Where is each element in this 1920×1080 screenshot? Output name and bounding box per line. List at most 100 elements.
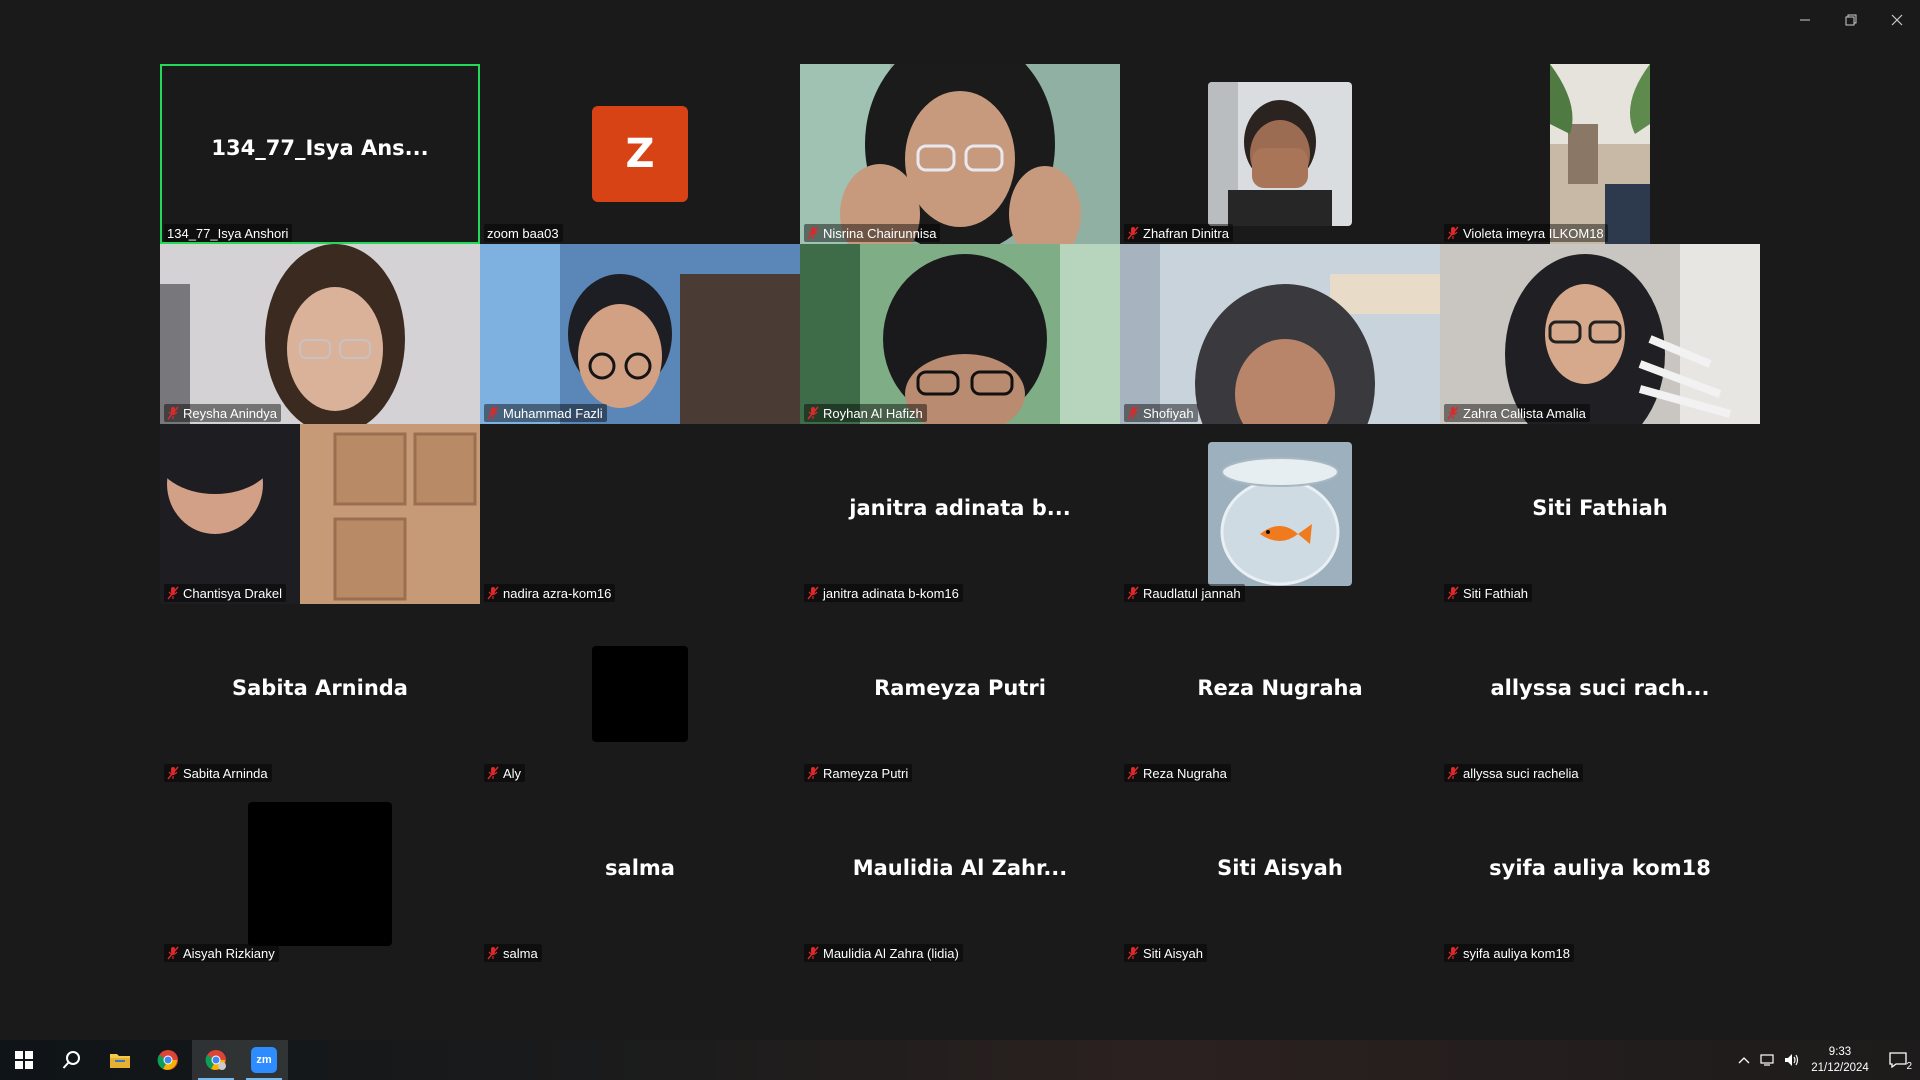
participant-tile[interactable]: Nisrina Chairunnisa bbox=[800, 64, 1120, 244]
participant-tile[interactable]: Z zoom baa03 bbox=[480, 64, 800, 244]
participant-label-text: zoom baa03 bbox=[487, 225, 559, 241]
participant-name-label: Violeta imeyra ILKOM18 bbox=[1444, 224, 1608, 242]
participant-tile[interactable]: Shofiyah bbox=[1120, 244, 1440, 424]
participant-name-label: salma bbox=[484, 944, 542, 962]
participant-label-text: Raudlatul jannah bbox=[1143, 585, 1241, 601]
participant-tile[interactable]: Aly bbox=[480, 604, 800, 784]
volume-button[interactable] bbox=[1780, 1040, 1804, 1080]
participant-display-name: Sabita Arninda bbox=[232, 676, 408, 700]
network-button[interactable] bbox=[1756, 1040, 1780, 1080]
participant-label-text: Nisrina Chairunnisa bbox=[823, 225, 937, 241]
participant-tile[interactable]: janitra adinata b... janitra adinata b-k… bbox=[800, 424, 1120, 604]
minimize-button[interactable] bbox=[1782, 0, 1828, 40]
muted-mic-icon bbox=[807, 406, 819, 420]
avatar-initial: Z bbox=[625, 131, 655, 177]
participant-profile-photo bbox=[1208, 82, 1352, 226]
participant-tile[interactable]: Maulidia Al Zahr... Maulidia Al Zahra (l… bbox=[800, 784, 1120, 964]
participant-tile[interactable]: Royhan Al Hafizh bbox=[800, 244, 1120, 424]
participant-label-text: janitra adinata b-kom16 bbox=[823, 585, 959, 601]
participant-tile[interactable]: Violeta imeyra ILKOM18 bbox=[1440, 64, 1760, 244]
file-explorer-button[interactable] bbox=[96, 1040, 144, 1080]
muted-mic-icon bbox=[807, 226, 819, 240]
participant-tile[interactable]: nadira azra-kom16 bbox=[480, 424, 800, 604]
participant-tile[interactable]: Rameyza Putri Rameyza Putri bbox=[800, 604, 1120, 784]
chrome-button[interactable] bbox=[144, 1040, 192, 1080]
participant-display-name: Siti Fathiah bbox=[1532, 496, 1668, 520]
participant-tile[interactable]: Siti Aisyah Siti Aisyah bbox=[1120, 784, 1440, 964]
muted-mic-icon bbox=[1127, 406, 1139, 420]
muted-mic-icon bbox=[1127, 586, 1139, 600]
zoom-button[interactable]: zm bbox=[240, 1040, 288, 1080]
participant-display-name: 134_77_Isya Ans... bbox=[211, 136, 429, 160]
participant-label-text: Zahra Callista Amalia bbox=[1463, 405, 1586, 421]
participant-video bbox=[480, 244, 800, 424]
participant-tile[interactable]: 134_77_Isya Ans... 134_77_Isya Anshori bbox=[160, 64, 480, 244]
participant-tile[interactable]: Raudlatul jannah bbox=[1120, 424, 1440, 604]
participant-display-name: Siti Aisyah bbox=[1217, 856, 1343, 880]
clock[interactable]: 9:33 21/12/2024 bbox=[1804, 1040, 1876, 1080]
participant-label-text: Royhan Al Hafizh bbox=[823, 405, 923, 421]
participant-tile[interactable]: Siti Fathiah Siti Fathiah bbox=[1440, 424, 1760, 604]
participant-display-name: salma bbox=[605, 856, 675, 880]
start-button[interactable] bbox=[0, 1040, 48, 1080]
participant-tile[interactable]: Sabita Arninda Sabita Arninda bbox=[160, 604, 480, 784]
participant-name-label: Shofiyah bbox=[1124, 404, 1198, 422]
participant-profile-photo bbox=[1208, 442, 1352, 586]
participant-tile[interactable]: Aisyah Rizkiany bbox=[160, 784, 480, 964]
participant-name-label: Reysha Anindya bbox=[164, 404, 281, 422]
participant-name-label: Muhammad Fazli bbox=[484, 404, 607, 422]
muted-mic-icon bbox=[807, 946, 819, 960]
participant-label-text: syifa auliya kom18 bbox=[1463, 945, 1570, 961]
participant-label-text: 134_77_Isya Anshori bbox=[167, 225, 289, 241]
file-explorer-icon bbox=[110, 1054, 130, 1068]
search-icon bbox=[62, 1051, 80, 1069]
participant-tile[interactable]: Muhammad Fazli bbox=[480, 244, 800, 424]
participant-name-label: Royhan Al Hafizh bbox=[804, 404, 927, 422]
participant-label-text: Chantisya Drakel bbox=[183, 585, 282, 601]
participant-video bbox=[160, 424, 480, 604]
zoom-icon-label: zm bbox=[256, 1054, 272, 1066]
taskbar: zm 9:33 21/12/2024 2 bbox=[0, 1040, 1920, 1080]
participant-label-text: Sabita Arninda bbox=[183, 765, 268, 781]
participant-label-text: Zhafran Dinitra bbox=[1143, 225, 1229, 241]
participant-label-text: Reza Nugraha bbox=[1143, 765, 1227, 781]
participant-tile[interactable]: Reysha Anindya bbox=[160, 244, 480, 424]
participant-name-label: Aisyah Rizkiany bbox=[164, 944, 279, 962]
muted-mic-icon bbox=[167, 406, 179, 420]
participant-tile[interactable]: Zhafran Dinitra bbox=[1120, 64, 1440, 244]
chrome-profile-button[interactable] bbox=[192, 1040, 240, 1080]
participant-name-label: Siti Fathiah bbox=[1444, 584, 1533, 602]
participant-tile[interactable]: allyssa suci rach... allyssa suci rachel… bbox=[1440, 604, 1760, 784]
restore-button[interactable] bbox=[1828, 0, 1874, 40]
participant-name-label: syifa auliya kom18 bbox=[1444, 944, 1574, 962]
participant-avatar: Z bbox=[592, 106, 688, 202]
participant-tile[interactable]: syifa auliya kom18 syifa auliya kom18 bbox=[1440, 784, 1760, 964]
participant-profile-photo bbox=[1550, 64, 1650, 244]
participant-video bbox=[800, 244, 1120, 424]
participant-label-text: Rameyza Putri bbox=[823, 765, 909, 781]
show-hidden-icons-button[interactable] bbox=[1732, 1040, 1756, 1080]
window-controls bbox=[1782, 0, 1920, 40]
participant-label-text: Siti Fathiah bbox=[1463, 585, 1529, 601]
participant-tile[interactable]: Zahra Callista Amalia bbox=[1440, 244, 1760, 424]
muted-mic-icon bbox=[1127, 946, 1139, 960]
participant-label-text: nadira azra-kom16 bbox=[503, 585, 612, 601]
clock-date: 21/12/2024 bbox=[1811, 1062, 1869, 1074]
action-center-button[interactable]: 2 bbox=[1876, 1040, 1920, 1080]
muted-mic-icon bbox=[1447, 946, 1459, 960]
gallery-view: 134_77_Isya Ans... 134_77_Isya Anshori Z… bbox=[160, 64, 1760, 964]
participant-tile[interactable]: salma salma bbox=[480, 784, 800, 964]
muted-mic-icon bbox=[1447, 226, 1459, 240]
close-button[interactable] bbox=[1874, 0, 1920, 40]
chrome-profile-icon bbox=[205, 1050, 226, 1070]
participant-label-text: Violeta imeyra ILKOM18 bbox=[1463, 225, 1604, 241]
participant-label-text: allyssa suci rachelia bbox=[1463, 765, 1579, 781]
search-button[interactable] bbox=[48, 1040, 96, 1080]
participant-profile-photo bbox=[248, 802, 392, 946]
participant-tile[interactable]: Chantisya Drakel bbox=[160, 424, 480, 604]
participant-label-text: Aisyah Rizkiany bbox=[183, 945, 275, 961]
participant-label-text: Reysha Anindya bbox=[183, 405, 277, 421]
participant-tile[interactable]: Reza Nugraha Reza Nugraha bbox=[1120, 604, 1440, 784]
participant-video bbox=[1440, 244, 1760, 424]
participant-label-text: Siti Aisyah bbox=[1143, 945, 1203, 961]
